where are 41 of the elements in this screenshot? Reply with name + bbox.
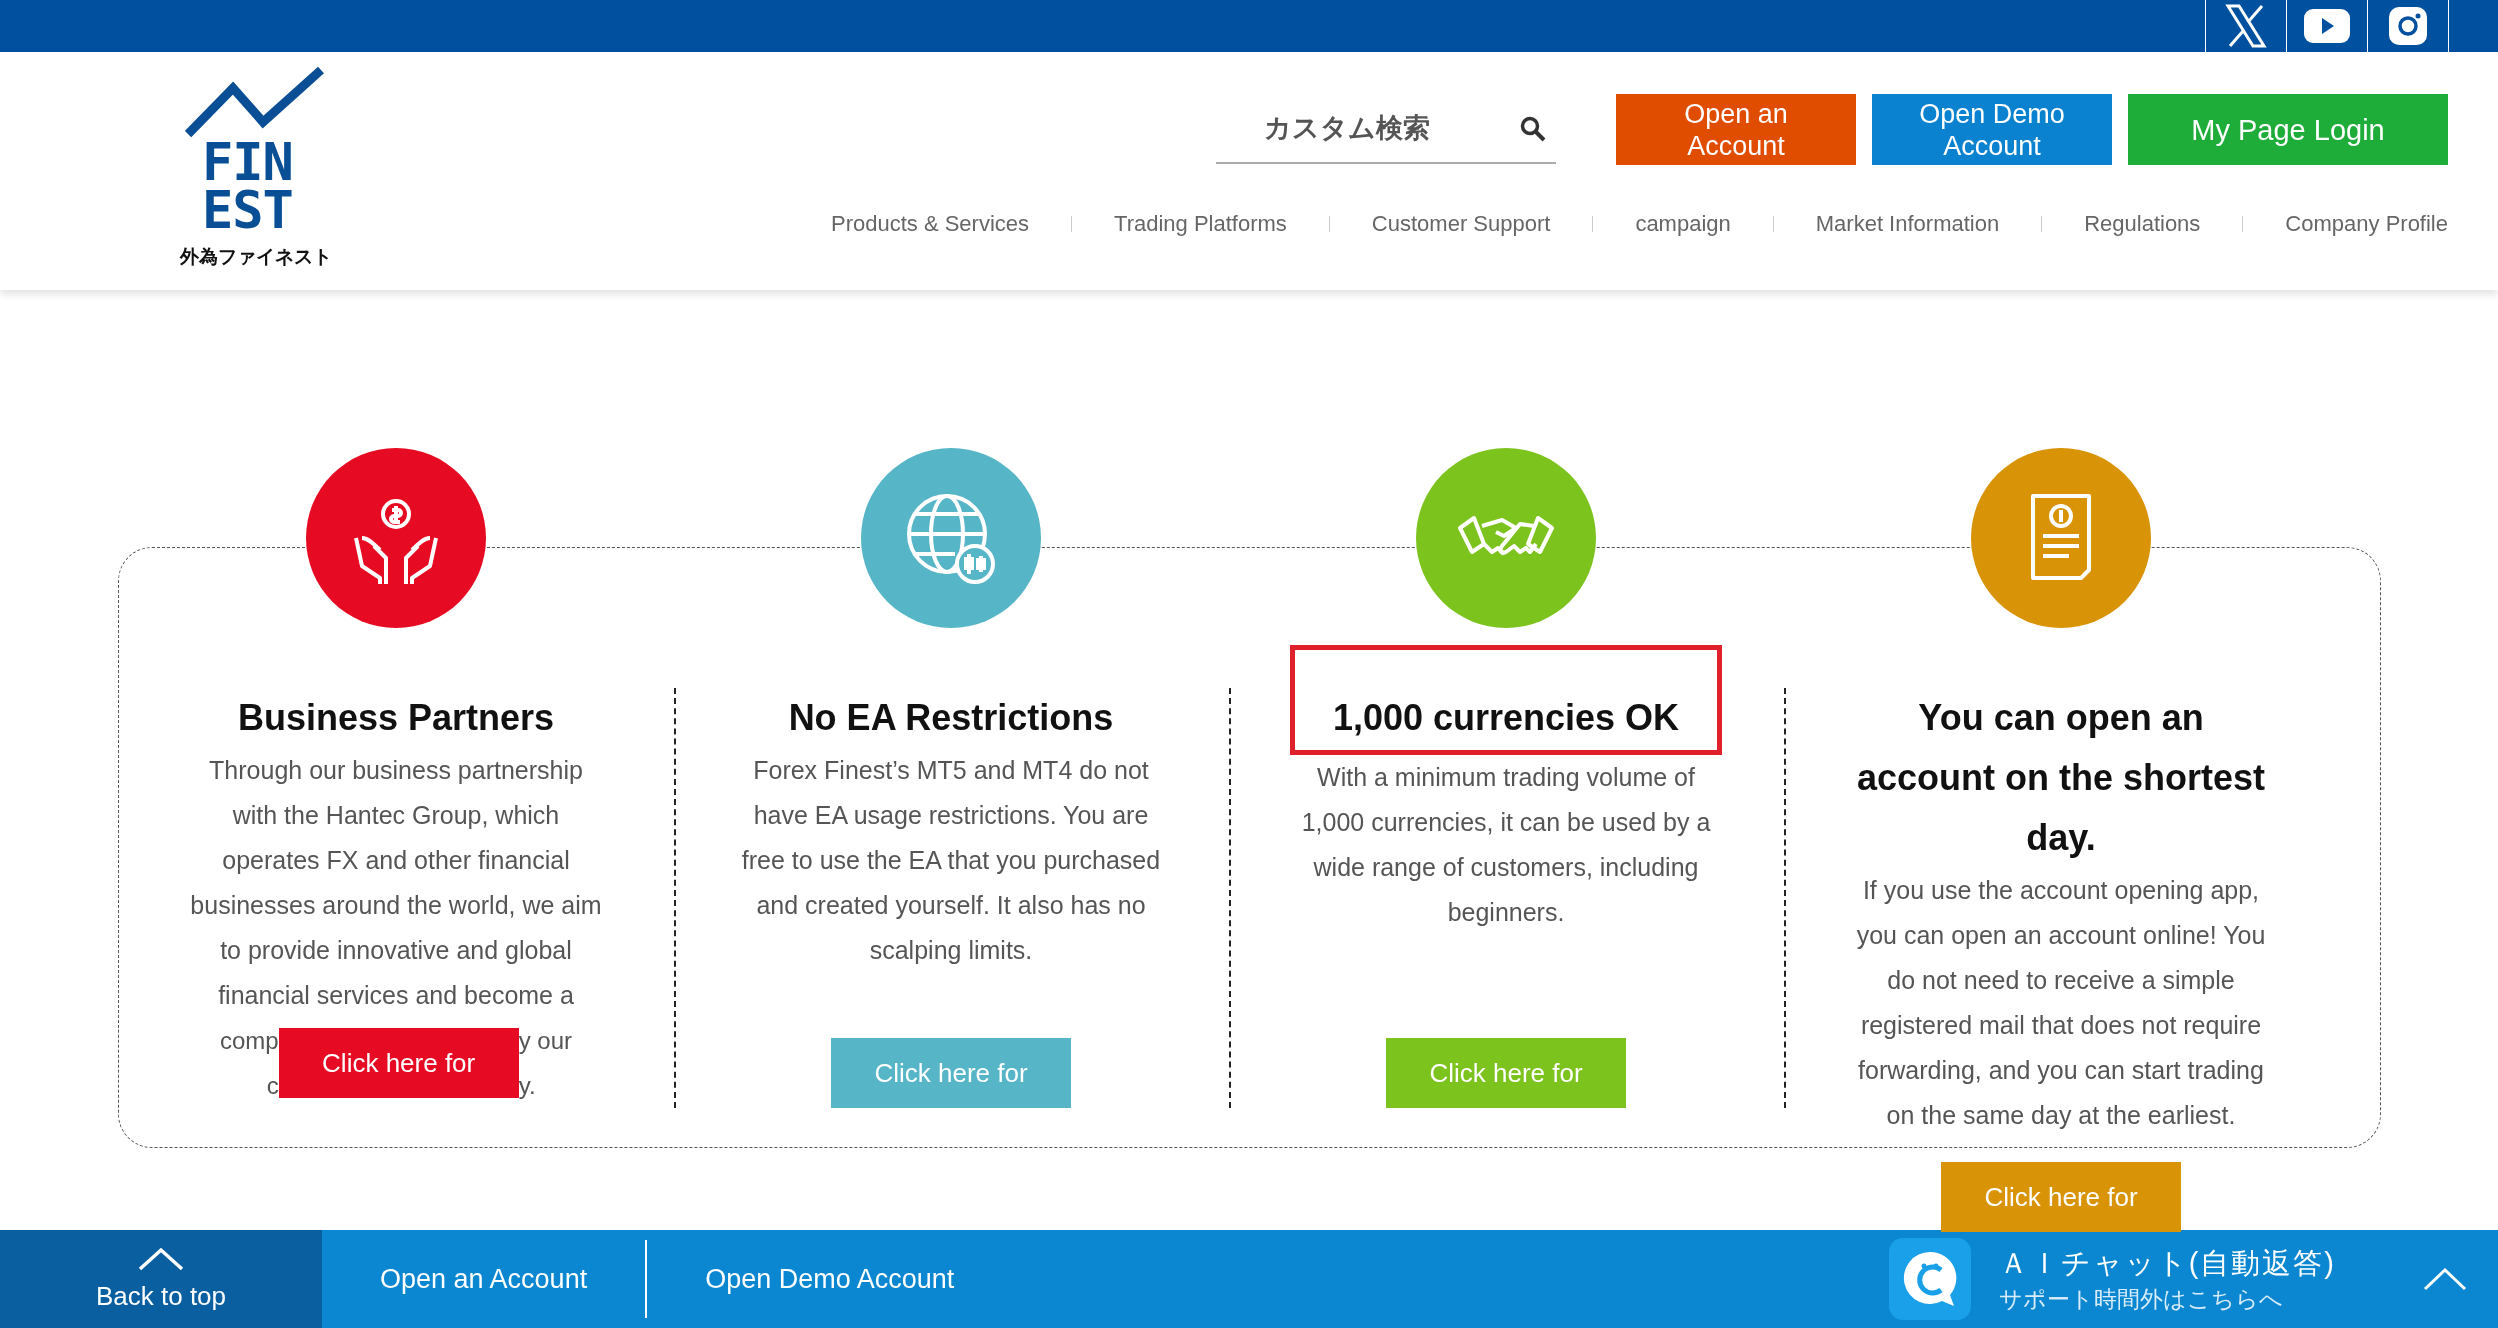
- details-button[interactable]: Click here for: [278, 1028, 519, 1098]
- chevron-up-icon: [137, 1246, 185, 1271]
- header-button[interactable]: Open an Account: [1616, 94, 1856, 165]
- feature-title: No EA Restrictions: [787, 696, 1115, 740]
- search-icon[interactable]: [1520, 116, 1546, 142]
- nav-link[interactable]: Customer Support: [1371, 211, 1551, 237]
- feature-title: You can open an account on the shortest day.: [1855, 696, 2266, 860]
- chat-subtitle: サポート時間外はこちらへ: [1998, 1284, 2284, 1314]
- back-to-top-label: Back to top: [95, 1280, 227, 1312]
- details-button[interactable]: Click here for: [831, 1038, 1071, 1108]
- header-button[interactable]: My Page Login: [2128, 94, 2448, 165]
- footer-link[interactable]: Open an Account: [322, 1263, 646, 1295]
- nav-link[interactable]: Company Profile: [2285, 211, 2448, 237]
- feature-description: Through our business partnership with the Hantec Group, which operates FX and other financial businesses around the world, we aim to provide innovative and global financial services and become a: [189, 755, 603, 1011]
- nav-link[interactable]: Products & Services: [830, 211, 1030, 237]
- description-fragment: y.: [518, 1071, 537, 1101]
- description-fragment: c: [266, 1071, 279, 1101]
- chevron-up-icon[interactable]: [2422, 1267, 2468, 1291]
- nav-link[interactable]: Regulations: [2084, 211, 2201, 237]
- nav-link[interactable]: campaign: [1635, 211, 1731, 237]
- search-field[interactable]: カスタム検索: [1216, 94, 1556, 164]
- chat-widget[interactable]: ＡＩチャット(自動返答) サポート時間外はこちらへ: [1888, 1238, 2336, 1320]
- feature-description: If you use the account opening app, you can open an account online! You do not need to receive a simple registered mail that does not require forwarding, and you can start trading on the same day at the earliest.: [1855, 875, 2267, 1131]
- roof-chart-icon: [185, 66, 325, 138]
- nav-link[interactable]: Trading Platforms: [1114, 211, 1287, 237]
- logo-tagline: 外為ファイネスト: [180, 245, 332, 269]
- footer-link[interactable]: Open Demo Account: [647, 1263, 1013, 1295]
- description-fragment: comp: [219, 1026, 279, 1056]
- feature-title: 1,000 currencies OK: [1290, 645, 1722, 755]
- details-button[interactable]: Click here for: [1941, 1162, 2181, 1232]
- chat-title: ＡＩチャット(自動返答): [1998, 1245, 2336, 1281]
- logo-wordmark: EST: [202, 186, 293, 234]
- feature-description: Forex Finest’s MT5 and MT4 do not have EA usage restrictions. You are free to use the EA that you purchased and created yourself. It also has no scalping limits.: [740, 755, 1162, 966]
- description-fragment: y our: [518, 1026, 572, 1056]
- nav-link[interactable]: Market Information: [1815, 211, 2000, 237]
- logo-wordmark: FIN: [202, 138, 293, 186]
- header-button[interactable]: Open Demo Account: [1872, 94, 2112, 165]
- back-to-top-button[interactable]: Back to top: [0, 1230, 322, 1328]
- feature-title: Business Partners: [236, 696, 556, 740]
- feature-description: With a minimum trading volume of 1,000 currencies, it can be used by a wide range of customers, including beginners.: [1300, 762, 1712, 928]
- chat-bubble-icon: [1888, 1238, 1971, 1320]
